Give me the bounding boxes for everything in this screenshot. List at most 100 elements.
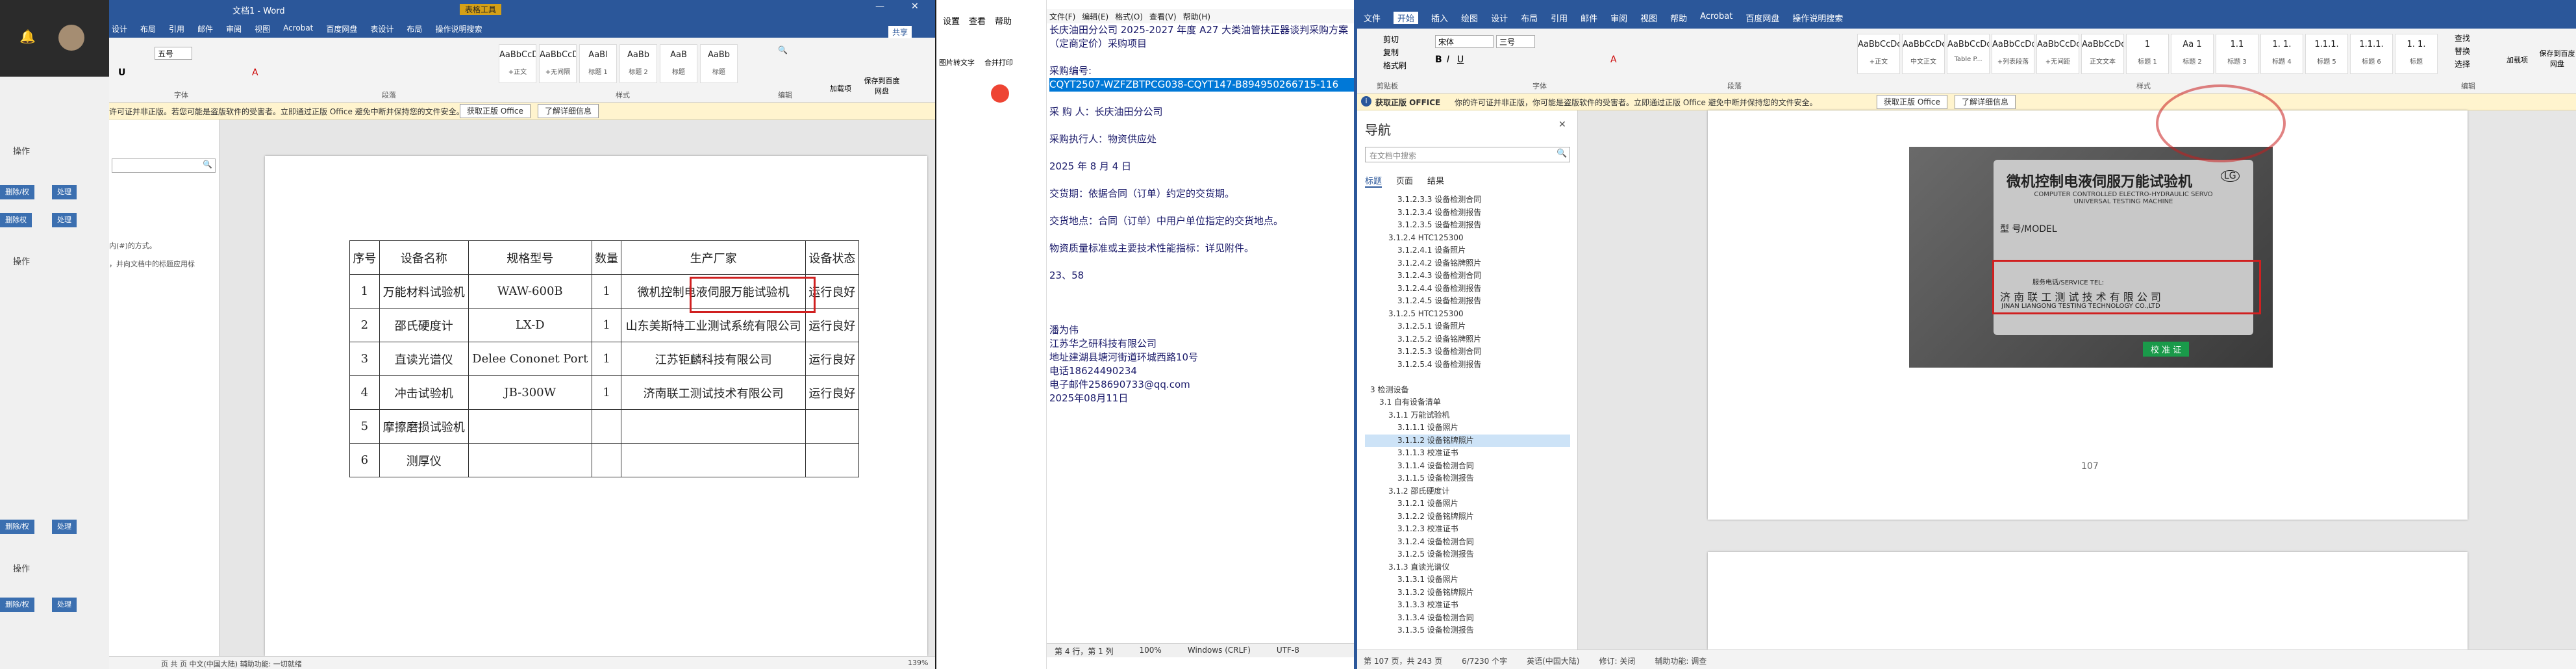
table-cell[interactable]: 测厚仪 xyxy=(379,443,469,477)
tab2-6[interactable]: 引用 xyxy=(1551,12,1568,24)
left-button-7[interactable]: 删除/权 xyxy=(0,598,34,612)
nav-tree-item[interactable]: 3.1.2.5.3 设备检测合同 xyxy=(1365,346,1570,359)
table-cell[interactable] xyxy=(805,443,860,477)
font-size-box[interactable]: 五号 xyxy=(155,47,192,60)
table-row[interactable]: 3 直读光谱仪 Delee Cononet Port 1 江苏钜麟科技有限公司 运行良好 xyxy=(349,342,860,376)
nav-tree-item[interactable]: 3.1.2.1 设备照片 xyxy=(1365,498,1570,511)
style-option-3[interactable]: AaBb 标题 2 xyxy=(619,44,657,83)
nav-tree-item[interactable]: 3.1.2 邵氏硬度计 xyxy=(1365,485,1570,498)
tab2-11[interactable]: Acrobat xyxy=(1700,12,1732,24)
table-row[interactable]: 4 冲击试验机 JB-300W 1 济南联工测试技术有限公司 运行良好 xyxy=(349,375,860,410)
select-button[interactable]: 选择 xyxy=(2455,58,2470,69)
table-cell[interactable]: 5 xyxy=(349,409,380,444)
avatar[interactable] xyxy=(58,25,84,51)
left-button-5[interactable]: 删除/权 xyxy=(0,520,34,534)
style2-option-6[interactable]: 1 标题 1 xyxy=(2126,34,2169,74)
nav-tree-item[interactable]: 3.1.2.5.1 设备照片 xyxy=(1365,320,1570,333)
search-icon[interactable]: 🔍 xyxy=(203,160,212,169)
style2-option-12[interactable]: 1. 1. 标题 xyxy=(2395,34,2438,74)
italic-icon[interactable]: I xyxy=(1447,55,1449,65)
document-page-3[interactable] xyxy=(1708,552,2468,650)
zoom-level[interactable]: 139% xyxy=(908,659,928,667)
tool-menu-0[interactable]: 设置 xyxy=(943,14,960,27)
tab2-8[interactable]: 审阅 xyxy=(1610,12,1627,24)
nav-tree-item[interactable]: 3.1.2.3.4 设备检测报告 xyxy=(1365,207,1570,220)
table-cell[interactable]: 1 xyxy=(591,342,622,376)
underline-icon[interactable]: U xyxy=(1457,55,1464,65)
table-cell[interactable] xyxy=(468,443,592,477)
table-cell[interactable]: 江苏钜麟科技有限公司 xyxy=(621,342,806,376)
table-cell[interactable]: Delee Cononet Port xyxy=(468,342,592,376)
table-cell[interactable]: 邵氏硬度计 xyxy=(379,308,469,342)
style2-option-3[interactable]: AaBbCcDc +列表段落 xyxy=(1992,34,2034,74)
tab2-0[interactable]: 文件 xyxy=(1364,12,1381,24)
tab2-12[interactable]: 百度网盘 xyxy=(1745,12,1779,24)
learn-more-button-2[interactable]: 了解详细信息 xyxy=(1955,95,2016,109)
baidu-save-button-2[interactable]: 保存到百度网盘 xyxy=(2539,48,2575,69)
cut-button[interactable]: 剪切 xyxy=(1383,34,1399,45)
nav-tree-item[interactable]: 3.1.2.4.4 设备检测报告 xyxy=(1365,283,1570,296)
table-row[interactable]: 5 摩擦磨损试验机 xyxy=(349,409,860,444)
nav-tree-item[interactable]: 3.1.2.4 设备检测合同 xyxy=(1365,536,1570,549)
record-icon[interactable] xyxy=(991,84,1009,103)
style2-option-10[interactable]: 1.1.1. 标题 5 xyxy=(2305,34,2348,74)
nav-tree-item[interactable]: 3.1.3.5 设备检测报告 xyxy=(1365,624,1570,637)
nav-tree-item[interactable]: 3.1.2.2 设备铭牌照片 xyxy=(1365,511,1570,524)
table-cell[interactable] xyxy=(621,409,806,444)
tab-2[interactable]: 引用 xyxy=(169,23,184,38)
style2-option-8[interactable]: 1.1 标题 3 xyxy=(2216,34,2258,74)
nav-tree-item[interactable]: 3.1.1.1 设备照片 xyxy=(1365,422,1570,435)
nav-tree-item[interactable]: 3.1.3 直读光谱仪 xyxy=(1365,561,1570,574)
nav-tree-item[interactable]: 3.1.2.4.1 设备照片 xyxy=(1365,244,1570,257)
baidu-save-label[interactable]: 保存到百度网盘 xyxy=(862,75,901,96)
table-cell[interactable]: 1 xyxy=(591,375,622,410)
left-button-3[interactable]: 删除权 xyxy=(0,213,32,227)
image-to-text-tool[interactable]: 图片转文字 xyxy=(939,57,975,68)
table-cell[interactable]: 运行良好 xyxy=(805,308,860,342)
style-option-5[interactable]: AaBb 标题 xyxy=(700,44,738,83)
left-button-1[interactable]: 删除/权 xyxy=(0,185,34,199)
nav-tab-2[interactable]: 结果 xyxy=(1427,174,1444,188)
table-cell[interactable]: 运行良好 xyxy=(805,375,860,410)
font-color-icon[interactable]: A xyxy=(252,68,258,78)
nav-tree-item[interactable]: 3.1.2.4 HTC125300 xyxy=(1365,232,1570,245)
table-cell[interactable]: WAW-600B xyxy=(468,274,592,309)
format-painter-button[interactable]: 格式刷 xyxy=(1383,60,1407,71)
get-office-button[interactable]: 获取正版 Office xyxy=(460,104,531,118)
nav-tree-item[interactable]: 3.1.3.4 设备检测合同 xyxy=(1365,612,1570,625)
nav-tree-item[interactable]: 3.1.2.5.4 设备检测报告 xyxy=(1365,359,1570,372)
document-page[interactable]: 序号 设备名称 规格型号 数量 生产厂家 设备状态 1 万能材料试验机 WAW-600B 1 微机控… xyxy=(265,156,927,656)
tab2-10[interactable]: 帮助 xyxy=(1670,12,1687,24)
table-cell[interactable]: LX-D xyxy=(468,308,592,342)
notepad-menu-3[interactable]: 查看(V) xyxy=(1149,11,1177,21)
left-button-8[interactable]: 处理 xyxy=(52,598,77,612)
style2-option-9[interactable]: 1. 1. 标题 4 xyxy=(2260,34,2303,74)
find-icon[interactable]: 🔍 xyxy=(778,45,788,55)
merge-print-tool[interactable]: 合并打印 xyxy=(984,57,1013,68)
table-cell[interactable]: 济南联工测试技术有限公司 xyxy=(621,375,806,410)
tool-menu-1[interactable]: 查看 xyxy=(969,14,986,27)
table-cell[interactable] xyxy=(468,409,592,444)
style-option-2[interactable]: AaBl 标题 1 xyxy=(579,44,617,83)
style2-option-2[interactable]: AaBbCcDc Table P... xyxy=(1947,34,1990,74)
tab2-2[interactable]: 插入 xyxy=(1431,12,1448,24)
style-option-1[interactable]: AaBbCcDc +无间隔 xyxy=(539,44,577,83)
nav-tree-item[interactable] xyxy=(1365,371,1570,384)
style2-option-5[interactable]: AaBbCcDd 正文文本 xyxy=(2081,34,2124,74)
notepad-menu-2[interactable]: 格式(O) xyxy=(1115,11,1143,21)
get-office-button-2[interactable]: 获取正版 Office xyxy=(1877,95,1947,109)
table-cell[interactable]: 摩擦磨损试验机 xyxy=(379,409,469,444)
addins-label[interactable]: 加载项 xyxy=(830,83,851,94)
equipment-table[interactable]: 序号 设备名称 规格型号 数量 生产厂家 设备状态 1 万能材料试验机 WAW-600B 1 微机控… xyxy=(349,240,860,477)
style2-option-1[interactable]: AaBbCcDc 中文正文 xyxy=(1902,34,1945,74)
table-cell[interactable]: 冲击试验机 xyxy=(379,375,469,410)
font-size-box-2[interactable]: 三号 xyxy=(1496,35,1535,48)
table-cell[interactable]: 万能材料试验机 xyxy=(379,274,469,309)
table-row[interactable]: 2 邵氏硬度计 LX-D 1 山东美斯特工业测试系统有限公司 运行良好 xyxy=(349,308,860,342)
nav-tree-item[interactable]: 3.1.1.3 校准证书 xyxy=(1365,447,1570,460)
bold-icon-2[interactable]: B xyxy=(1435,55,1442,65)
table-cell[interactable]: 运行良好 xyxy=(805,342,860,376)
table-cell[interactable]: 1 xyxy=(349,274,380,309)
tab-3[interactable]: 邮件 xyxy=(197,23,213,38)
nav-tree-item[interactable]: 3 检测设备 xyxy=(1365,384,1570,397)
